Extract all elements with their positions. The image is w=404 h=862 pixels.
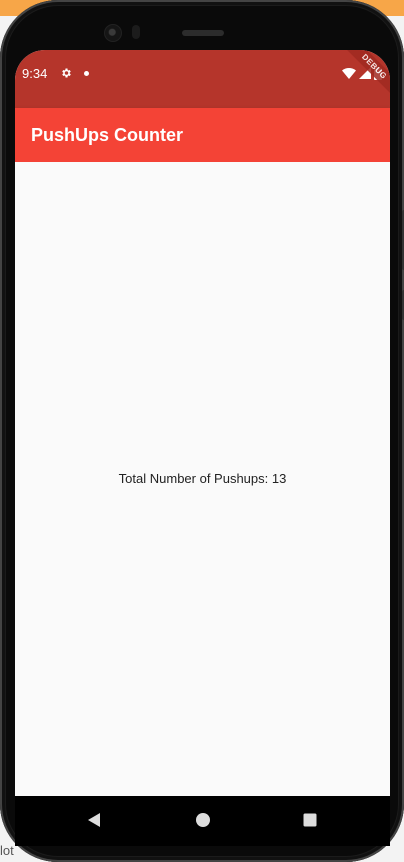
app-bar: PushUps Counter	[15, 108, 390, 162]
home-circle-icon[interactable]	[193, 810, 213, 830]
phone-frame: 9:34 DEBUG PushUps Counter Total Number …	[0, 0, 404, 862]
main-content: Total Number of Pushups: 13	[15, 162, 390, 846]
status-bar: 9:34 DEBUG	[15, 50, 390, 108]
system-navigation-bar	[15, 796, 390, 846]
desktop-fragment-text: lot	[0, 843, 14, 858]
settings-gear-icon	[62, 68, 71, 78]
back-triangle-icon[interactable]	[85, 810, 105, 830]
earpiece-speaker	[182, 30, 224, 36]
page-title: PushUps Counter	[31, 125, 184, 145]
notification-dot-icon	[84, 71, 89, 76]
proximity-sensor	[132, 25, 140, 39]
pushup-count-text: Total Number of Pushups: 13	[118, 471, 287, 486]
wifi-icon	[342, 67, 356, 79]
status-time: 9:34	[22, 66, 48, 81]
recents-square-icon[interactable]	[300, 810, 320, 830]
app-screen: 9:34 DEBUG PushUps Counter Total Number …	[15, 50, 390, 846]
front-camera-icon	[104, 24, 122, 42]
